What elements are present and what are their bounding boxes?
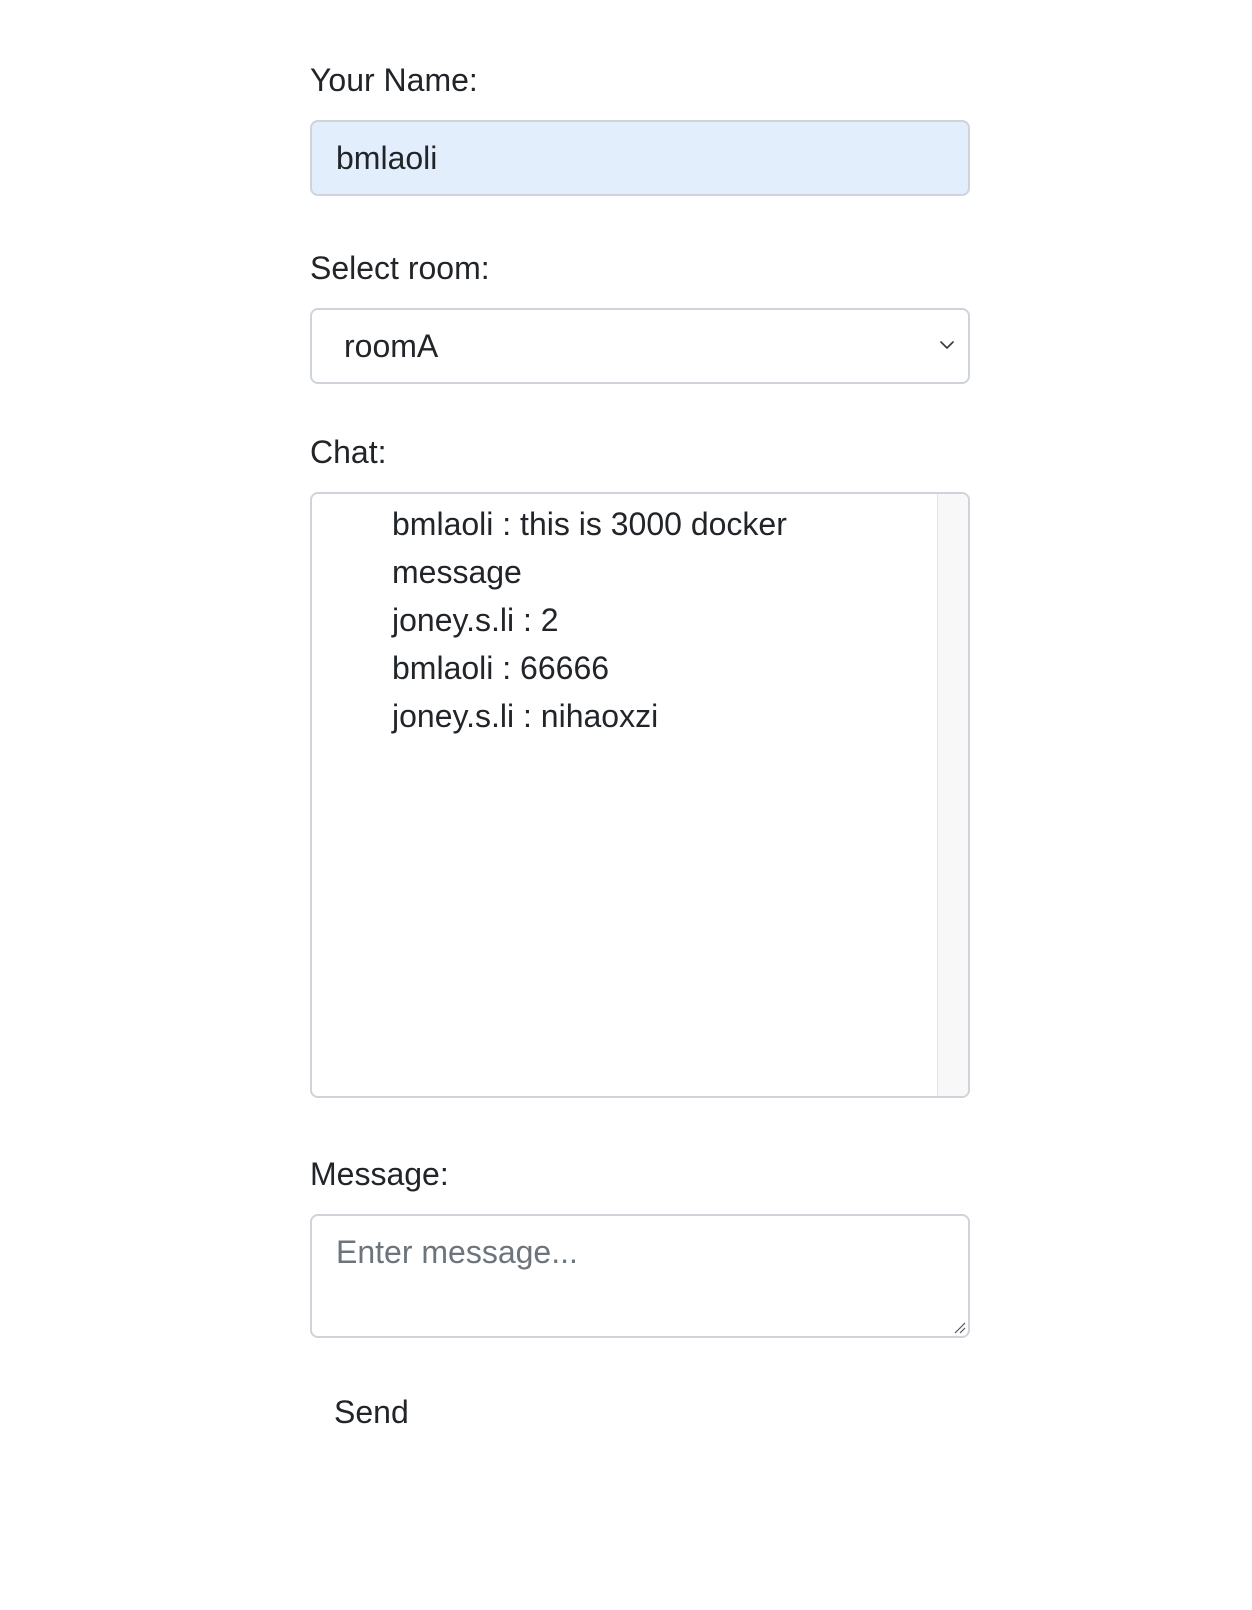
room-select[interactable]: roomA	[310, 308, 970, 384]
resize-grip-icon[interactable]	[952, 1320, 966, 1334]
room-label: Select room:	[310, 250, 490, 286]
chat-message: bmlaoli : this is 3000 docker message	[392, 506, 787, 590]
chat-message: joney.s.li : 2	[392, 602, 559, 638]
chat-message-list: bmlaoli : this is 3000 docker message jo…	[312, 494, 968, 740]
room-select-value: roomA	[344, 328, 439, 364]
message-label: Message:	[310, 1156, 449, 1192]
message-input[interactable]	[310, 1214, 970, 1338]
name-label: Your Name:	[310, 62, 478, 98]
message-field-wrapper	[310, 1214, 970, 1338]
name-input[interactable]: bmlaoli	[310, 120, 970, 196]
chevron-down-icon	[940, 341, 954, 349]
send-button[interactable]: Send	[310, 1392, 433, 1432]
chat-form: Your Name: bmlaoli Select room: roomA Ch…	[310, 60, 970, 1432]
chat-message: bmlaoli : 66666	[392, 650, 610, 686]
chat-message: joney.s.li : nihaoxzi	[392, 698, 659, 734]
chat-scrollbar[interactable]	[937, 494, 968, 1096]
chat-label: Chat:	[310, 434, 387, 470]
chat-log[interactable]: bmlaoli : this is 3000 docker message jo…	[310, 492, 970, 1098]
